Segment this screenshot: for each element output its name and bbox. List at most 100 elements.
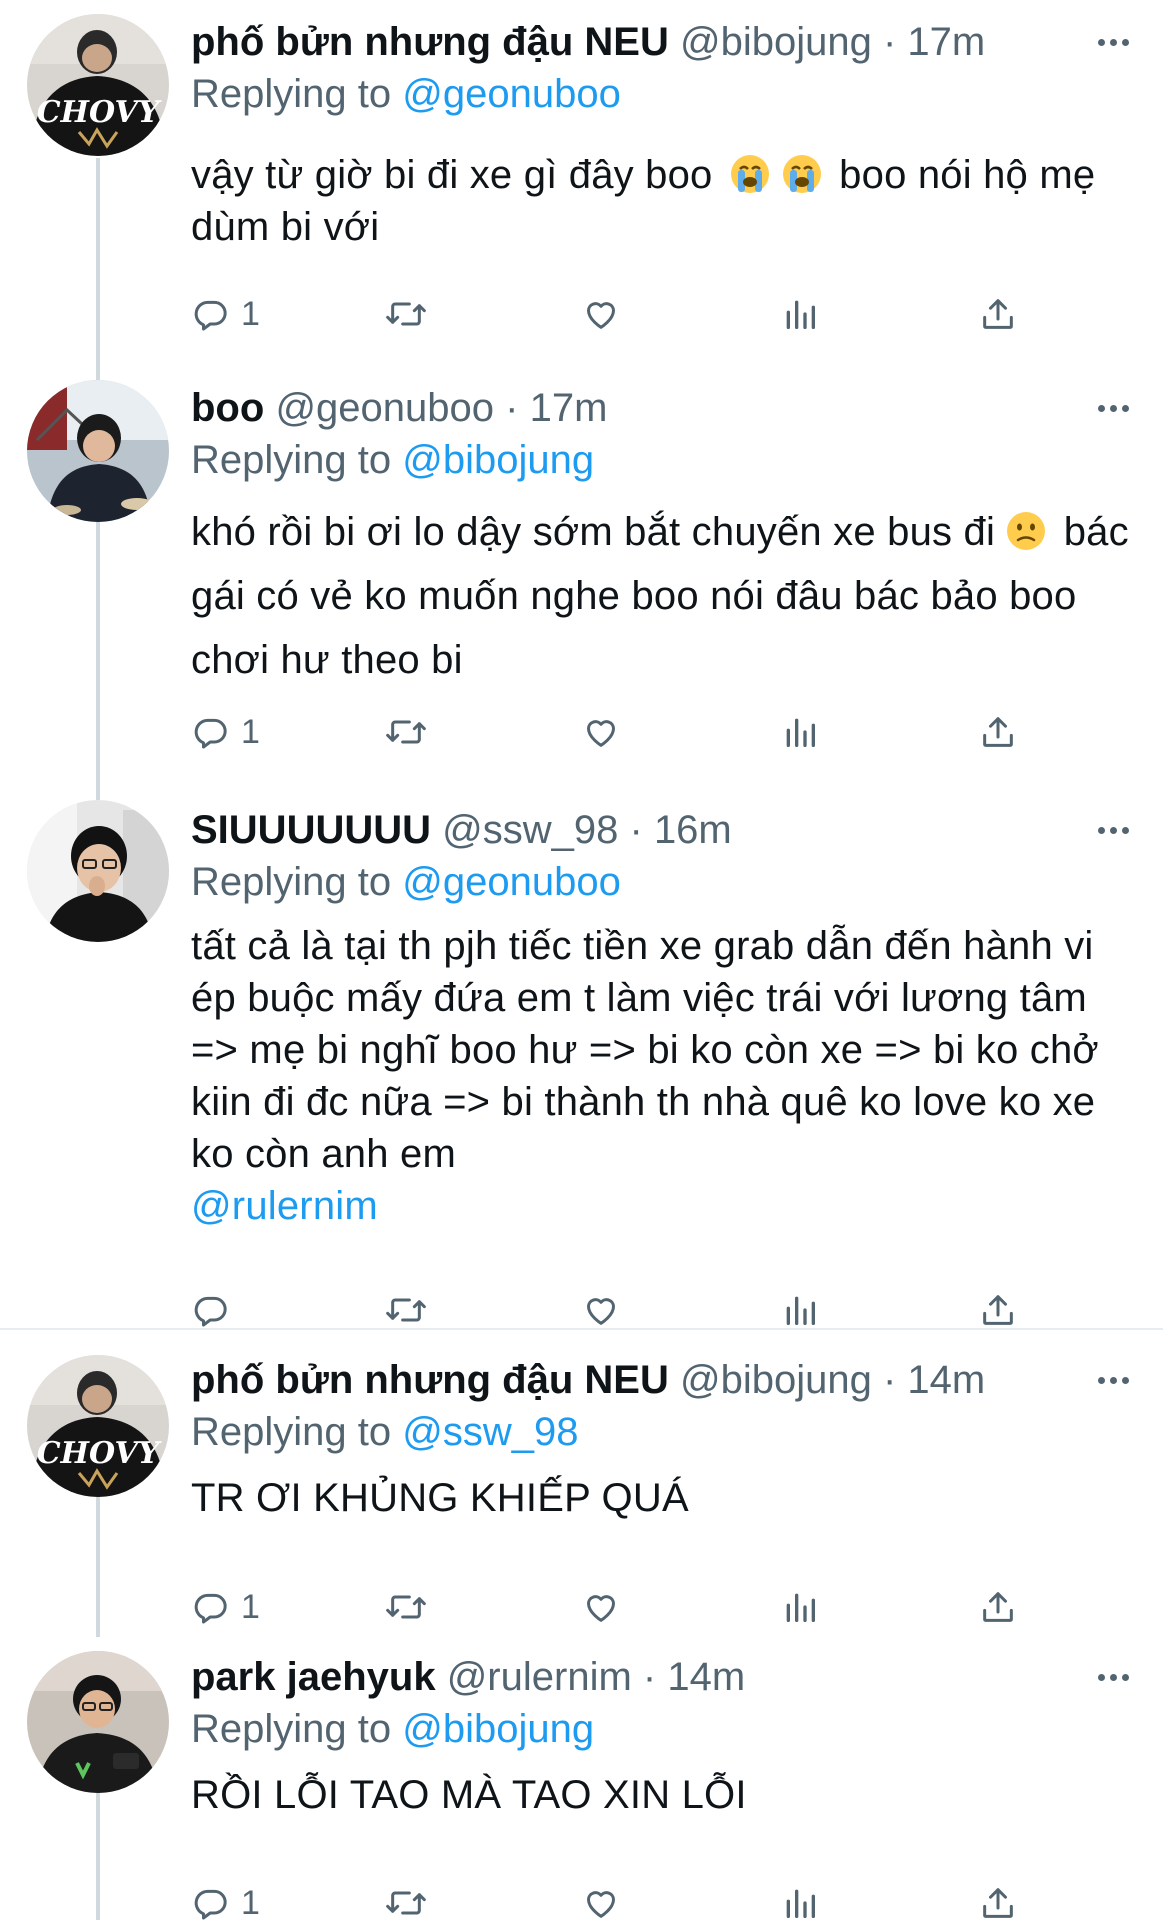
tweet[interactable]: boo @geonuboo · 17m Replying to @bibojun…: [0, 360, 1163, 780]
avatar[interactable]: [27, 800, 169, 942]
replying-to: Replying to @geonuboo: [191, 856, 621, 908]
reply-count: 1: [241, 1884, 260, 1922]
separator-dot: ·: [629, 808, 643, 852]
replying-to-mention[interactable]: @geonuboo: [402, 72, 621, 116]
separator-dot: ·: [882, 1358, 897, 1402]
like-icon: [587, 1891, 615, 1918]
like-icon: [587, 1595, 615, 1622]
share-button[interactable]: [978, 289, 1018, 339]
tweet[interactable]: park jaehyuk @rulernim · 14m Replying to…: [0, 1640, 1163, 1922]
reply-button[interactable]: 1: [191, 289, 260, 339]
retweet-button[interactable]: [384, 289, 428, 339]
like-button[interactable]: [581, 707, 621, 757]
tweet[interactable]: CHOVY phố bửn nhưng đậu NEU @bibojung · …: [0, 0, 1163, 360]
views-icon: [786, 300, 815, 329]
reply-button[interactable]: 1: [191, 1878, 260, 1928]
tweet-text: tất cả là tại th pjh tiếc tiền xe grab d…: [191, 920, 1131, 1232]
reply-icon: [194, 1889, 227, 1920]
avatar-image: CHOVY: [27, 14, 169, 156]
display-name[interactable]: boo: [191, 386, 264, 430]
tweet-text-part: TR ƠI KHỦNG KHIẾP QUÁ: [191, 1476, 689, 1520]
replying-to-label: Replying to: [191, 860, 392, 904]
share-button[interactable]: [978, 1582, 1018, 1632]
more-icon[interactable]: [1091, 382, 1135, 434]
retweet-icon: [386, 302, 426, 326]
user-handle[interactable]: @bibojung: [680, 20, 872, 64]
views-button[interactable]: [780, 1878, 820, 1928]
share-button[interactable]: [978, 1878, 1018, 1928]
display-name[interactable]: SIUUUUUUU: [191, 808, 431, 852]
timestamp[interactable]: 17m: [907, 20, 985, 64]
like-button[interactable]: [581, 1582, 621, 1632]
tweet-text: vậy từ giờ bi đi xe gì đây boo boo nói h…: [191, 149, 1131, 253]
replying-to-mention[interactable]: @ssw_98: [402, 1410, 578, 1454]
separator-dot: ·: [882, 20, 897, 64]
tweet-header: phố bửn nhưng đậu NEU @bibojung · 17m: [191, 16, 1083, 68]
reply-icon: [194, 718, 227, 749]
timestamp[interactable]: 14m: [907, 1358, 985, 1402]
avatar-image: [27, 1651, 169, 1793]
avatar-image: [27, 800, 169, 942]
views-button[interactable]: [780, 1582, 820, 1632]
user-handle[interactable]: @ssw_98: [442, 808, 618, 852]
tweet-text-part: khó rồi bi ơi lo dậy sớm bắt chuyến xe b…: [191, 510, 996, 554]
tweet[interactable]: SIUUUUUUU @ssw_98 · 16m Replying to @geo…: [0, 780, 1163, 1328]
tweet-mention[interactable]: @rulernim: [191, 1184, 378, 1228]
more-icon[interactable]: [1091, 804, 1135, 856]
loudly-crying-face-icon: [782, 155, 821, 193]
replying-to-mention[interactable]: @geonuboo: [402, 860, 621, 904]
replying-to-mention[interactable]: @bibojung: [402, 1707, 594, 1751]
retweet-icon: [386, 1891, 426, 1915]
avatar[interactable]: CHOVY: [27, 1355, 169, 1497]
share-icon: [983, 299, 1013, 329]
more-icon[interactable]: [1091, 1354, 1135, 1406]
tweet-header: boo @geonuboo · 17m: [191, 382, 1083, 434]
retweet-button[interactable]: [384, 707, 428, 757]
more-icon[interactable]: [1091, 1651, 1135, 1703]
more-icon[interactable]: [1091, 16, 1135, 68]
reply-button[interactable]: 1: [191, 1582, 260, 1632]
replying-to-label: Replying to: [191, 1410, 392, 1454]
avatar-logo-text: CHOVY: [37, 1436, 162, 1471]
avatar[interactable]: [27, 1651, 169, 1793]
views-button[interactable]: [780, 289, 820, 339]
user-handle[interactable]: @bibojung: [680, 1358, 872, 1402]
share-button[interactable]: [978, 707, 1018, 757]
retweet-icon: [386, 1595, 426, 1619]
separator-dot: ·: [505, 386, 519, 430]
display-name[interactable]: phố bửn nhưng đậu NEU: [191, 1358, 669, 1402]
action-bar: 1: [191, 289, 1031, 339]
like-icon: [587, 1298, 615, 1325]
like-button[interactable]: [581, 289, 621, 339]
views-button[interactable]: [780, 707, 820, 757]
timestamp[interactable]: 14m: [667, 1655, 745, 1699]
reply-button[interactable]: 1: [191, 707, 260, 757]
reply-icon: [194, 1593, 227, 1624]
avatar[interactable]: CHOVY: [27, 14, 169, 156]
tweet-text-part: vậy từ giờ bi đi xe gì đây boo: [191, 153, 713, 197]
display-name[interactable]: phố bửn nhưng đậu NEU: [191, 20, 669, 64]
tweet[interactable]: CHOVY phố bửn nhưng đậu NEU @bibojung · …: [0, 1330, 1163, 1640]
separator-dot: ·: [642, 1655, 657, 1699]
reply-count: 1: [241, 1588, 260, 1626]
replying-to-label: Replying to: [191, 438, 392, 482]
views-icon: [786, 1296, 815, 1325]
retweet-button[interactable]: [384, 1878, 428, 1928]
tweet-text-part: tất cả là tại th pjh tiếc tiền xe grab d…: [191, 924, 1099, 1176]
timestamp[interactable]: 16m: [654, 808, 732, 852]
replying-to-mention[interactable]: @bibojung: [402, 438, 594, 482]
views-icon: [786, 1593, 815, 1622]
retweet-button[interactable]: [384, 1582, 428, 1632]
tweet-header: park jaehyuk @rulernim · 14m: [191, 1651, 1083, 1703]
display-name[interactable]: park jaehyuk: [191, 1655, 436, 1699]
views-icon: [786, 1889, 815, 1918]
replying-to: Replying to @geonuboo: [191, 68, 621, 120]
share-icon: [983, 1592, 1013, 1622]
avatar[interactable]: [27, 380, 169, 522]
timestamp[interactable]: 17m: [530, 386, 608, 430]
action-bar: 1: [191, 1878, 1031, 1928]
like-button[interactable]: [581, 1878, 621, 1928]
user-handle[interactable]: @rulernim: [447, 1655, 632, 1699]
share-icon: [983, 1295, 1013, 1325]
user-handle[interactable]: @geonuboo: [275, 386, 494, 430]
